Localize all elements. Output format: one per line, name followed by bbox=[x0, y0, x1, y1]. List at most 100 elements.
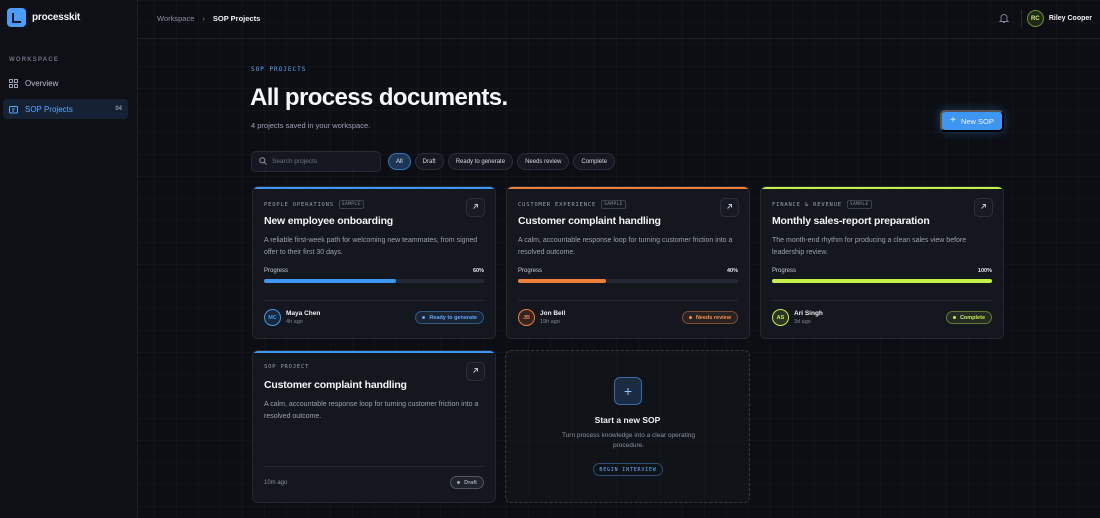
card-owner: AS Ari Singh 3d ago bbox=[772, 309, 823, 326]
card-title: Customer complaint handling bbox=[264, 379, 407, 391]
status-badge: Ready to generate bbox=[415, 311, 484, 324]
filter-ready-to-generate[interactable]: Ready to generate bbox=[447, 153, 514, 170]
progress-track bbox=[772, 279, 992, 283]
filter-draft[interactable]: Draft bbox=[414, 153, 444, 170]
new-sop-button[interactable]: + New SOP bbox=[940, 110, 1004, 132]
owner-name: Ari Singh bbox=[794, 310, 823, 317]
progress-label: Progress bbox=[772, 268, 797, 274]
progress-track bbox=[264, 279, 484, 283]
user-name: Riley Cooper bbox=[1048, 15, 1092, 22]
sidebar-item-label: Overview bbox=[25, 78, 59, 88]
card-divider bbox=[264, 300, 484, 301]
card-accent-line bbox=[507, 187, 749, 189]
owner-name: Jon Bell bbox=[540, 310, 566, 317]
status-badge: Complete bbox=[945, 311, 992, 324]
card-owner: JB Jon Bell 19h ago bbox=[518, 309, 565, 326]
sidebar-section-label: WORKSPACE bbox=[9, 57, 60, 63]
progress-fill bbox=[772, 279, 992, 283]
chevron-right-icon: › bbox=[202, 14, 205, 23]
card-tag: CUSTOMER EXPERIENCE SAMPLE bbox=[518, 200, 626, 209]
filter-all[interactable]: All bbox=[388, 153, 411, 170]
updated-time: 3d ago bbox=[794, 319, 811, 325]
progress-label: Progress bbox=[518, 268, 543, 274]
card-accent-line bbox=[253, 351, 495, 353]
project-card[interactable]: PEOPLE OPERATIONS SAMPLE New employee on… bbox=[252, 186, 496, 339]
page-eyebrow: SOP PROJECTS bbox=[251, 66, 307, 73]
new-sop-label: New SOP bbox=[960, 116, 994, 126]
status-dot bbox=[952, 316, 956, 319]
open-card-button[interactable] bbox=[466, 362, 485, 381]
progress-track bbox=[518, 279, 738, 283]
status-label: Complete bbox=[959, 314, 985, 321]
progress-value: 100% bbox=[977, 268, 992, 274]
status-badge: Needs review bbox=[681, 311, 738, 324]
filter-needs-review[interactable]: Needs review bbox=[517, 153, 570, 170]
open-card-button[interactable] bbox=[720, 198, 739, 217]
card-description: A calm, accountable response loop for tu… bbox=[518, 237, 733, 256]
filter-complete[interactable]: Complete bbox=[573, 153, 616, 170]
page-title: All process documents. bbox=[250, 84, 508, 111]
status-dot bbox=[422, 316, 426, 319]
card-accent-line bbox=[253, 187, 495, 189]
search-input[interactable] bbox=[272, 158, 372, 165]
card-owner: MC Maya Chen 4h ago bbox=[264, 309, 320, 326]
new-sop-card[interactable]: + Start a new SOP Turn process knowledge… bbox=[505, 350, 750, 503]
new-sop-description: Turn process knowledge into a clear oper… bbox=[561, 432, 696, 449]
card-title: Monthly sales-report preparation bbox=[772, 215, 930, 227]
updated-time: 19h ago bbox=[540, 319, 560, 325]
arrow-up-right-icon bbox=[472, 203, 479, 212]
card-category: FINANCE & REVENUE bbox=[772, 201, 842, 208]
breadcrumb-workspace[interactable]: Workspace bbox=[157, 14, 194, 23]
progress-value: 60% bbox=[472, 268, 484, 274]
card-tag: PEOPLE OPERATIONS SAMPLE bbox=[264, 200, 364, 209]
search-box bbox=[251, 151, 381, 172]
card-description: A reliable first-week path for welcoming… bbox=[264, 237, 478, 256]
progress-label: Progress bbox=[264, 268, 289, 274]
card-divider bbox=[772, 300, 992, 301]
sample-badge: SAMPLE bbox=[846, 200, 872, 209]
begin-interview-button[interactable]: BEGIN INTERVIEW bbox=[593, 463, 663, 476]
avatar: MC bbox=[264, 309, 281, 326]
status-dot bbox=[457, 481, 461, 484]
progress-fill bbox=[264, 279, 396, 283]
sample-badge: SAMPLE bbox=[338, 200, 364, 209]
open-card-button[interactable] bbox=[974, 198, 993, 217]
topbar-divider bbox=[1021, 10, 1022, 28]
search-icon bbox=[259, 156, 267, 167]
new-sop-title: Start a new SOP bbox=[594, 415, 661, 425]
status-dot bbox=[688, 316, 692, 319]
status-badge: Draft bbox=[450, 476, 484, 489]
arrow-up-right-icon bbox=[472, 367, 479, 376]
card-tag: FINANCE & REVENUE SAMPLE bbox=[772, 200, 872, 209]
page-subtitle: 4 projects saved in your workspace. bbox=[251, 121, 371, 130]
status-filters: All Draft Ready to generate Needs review… bbox=[388, 153, 616, 170]
sidebar-item-overview[interactable]: Overview bbox=[3, 73, 128, 93]
app-name: processkit bbox=[32, 12, 81, 23]
avatar: RC bbox=[1026, 10, 1044, 27]
logo-icon bbox=[7, 8, 26, 27]
sidebar-item-count: 04 bbox=[115, 106, 122, 112]
card-description: A calm, accountable response loop for tu… bbox=[264, 401, 479, 420]
open-card-button[interactable] bbox=[466, 198, 485, 217]
project-card[interactable]: FINANCE & REVENUE SAMPLE Monthly sales-r… bbox=[760, 186, 1004, 339]
card-title: Customer complaint handling bbox=[518, 215, 661, 227]
updated-time: 10m ago bbox=[264, 480, 288, 486]
sidebar-item-sop-projects[interactable]: SOP Projects 04 bbox=[3, 99, 128, 119]
card-description: The month-end rhythm for producing a cle… bbox=[772, 237, 967, 256]
card-category: PEOPLE OPERATIONS bbox=[264, 201, 334, 208]
status-label: Needs review bbox=[695, 314, 731, 321]
breadcrumb: Workspace › SOP Projects bbox=[157, 14, 260, 23]
plus-icon[interactable]: + bbox=[614, 377, 642, 405]
user-menu[interactable]: RC Riley Cooper bbox=[1026, 10, 1092, 27]
project-card[interactable]: CUSTOMER EXPERIENCE SAMPLE Customer comp… bbox=[506, 186, 750, 339]
arrow-up-right-icon bbox=[726, 203, 733, 212]
card-accent-line bbox=[761, 187, 1003, 189]
project-card[interactable]: SOP PROJECT Customer complaint handling … bbox=[252, 350, 496, 503]
card-category: SOP PROJECT bbox=[264, 364, 310, 370]
owner-name: Maya Chen bbox=[286, 310, 321, 317]
card-category: CUSTOMER EXPERIENCE bbox=[518, 201, 597, 208]
app-logo[interactable]: processkit bbox=[7, 8, 80, 27]
card-title: New employee onboarding bbox=[264, 215, 394, 227]
grid-icon bbox=[9, 78, 18, 88]
bell-icon[interactable] bbox=[998, 12, 1010, 24]
